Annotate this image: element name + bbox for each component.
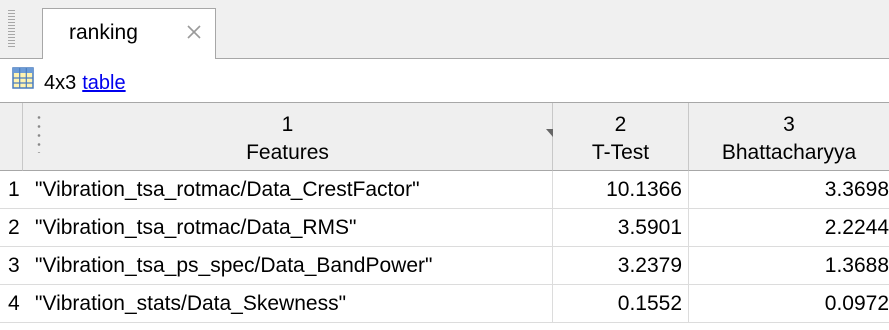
bhattacharyya-cell[interactable]: 2.2244 bbox=[689, 209, 889, 246]
column-header-features[interactable]: 1 Features bbox=[23, 103, 560, 171]
variable-table: 1 Features 2 T-Test 3 Bhattacharyya 1 "V… bbox=[0, 102, 889, 330]
close-icon[interactable] bbox=[185, 23, 203, 41]
feature-cell[interactable]: "Vibration_stats/Data_Skewness" bbox=[23, 285, 553, 322]
table-size-info: 4x3 table bbox=[44, 72, 126, 95]
row-header-corner bbox=[0, 103, 23, 171]
row-number: 2 bbox=[8, 216, 20, 239]
column-name: Features bbox=[246, 141, 329, 164]
column-number: 3 bbox=[783, 113, 795, 136]
t-test-cell[interactable]: 3.2379 bbox=[553, 247, 689, 284]
row-number: 4 bbox=[8, 292, 20, 315]
column-header-bhattacharyya[interactable]: 3 Bhattacharyya bbox=[689, 103, 889, 171]
row-number: 1 bbox=[8, 178, 20, 201]
table-class-link[interactable]: table bbox=[82, 72, 125, 94]
feature-cell[interactable]: "Vibration_tsa_ps_spec/Data_BandPower" bbox=[23, 247, 553, 284]
table-row[interactable]: 1 "Vibration_tsa_rotmac/Data_CrestFactor… bbox=[0, 171, 889, 209]
t-test-cell[interactable]: 0.1552 bbox=[553, 285, 689, 322]
bhattacharyya-cell[interactable]: 1.3688 bbox=[689, 247, 889, 284]
tab-ranking[interactable]: ranking bbox=[42, 8, 216, 59]
table-icon bbox=[12, 67, 34, 89]
table-size: 4x3 bbox=[44, 72, 77, 94]
feature-cell[interactable]: "Vibration_tsa_rotmac/Data_CrestFactor" bbox=[23, 171, 553, 208]
bhattacharyya-cell[interactable]: 3.3698 bbox=[689, 171, 889, 208]
row-number: 3 bbox=[8, 254, 20, 277]
tab-strip: ranking bbox=[0, 0, 889, 59]
bhattacharyya-cell[interactable]: 0.0972 bbox=[689, 285, 889, 322]
t-test-cell[interactable]: 10.1366 bbox=[553, 171, 689, 208]
tab-label: ranking bbox=[69, 21, 138, 44]
table-row[interactable]: 3 "Vibration_tsa_ps_spec/Data_BandPower"… bbox=[0, 247, 889, 285]
info-bar: 4x3 table bbox=[0, 59, 889, 102]
column-header-t-test[interactable]: 2 T-Test bbox=[553, 103, 689, 171]
t-test-cell[interactable]: 3.5901 bbox=[553, 209, 689, 246]
table-row[interactable]: 2 "Vibration_tsa_rotmac/Data_RMS" 3.5901… bbox=[0, 209, 889, 247]
drag-grip-icon[interactable] bbox=[8, 10, 15, 48]
column-name: T-Test bbox=[591, 141, 650, 164]
feature-cell[interactable]: "Vibration_tsa_rotmac/Data_RMS" bbox=[23, 209, 553, 246]
table-row[interactable]: 4 "Vibration_stats/Data_Skewness" 0.1552… bbox=[0, 285, 889, 323]
column-name: Bhattacharyya bbox=[721, 141, 857, 164]
column-number: 1 bbox=[281, 113, 294, 136]
column-number: 2 bbox=[614, 113, 627, 136]
